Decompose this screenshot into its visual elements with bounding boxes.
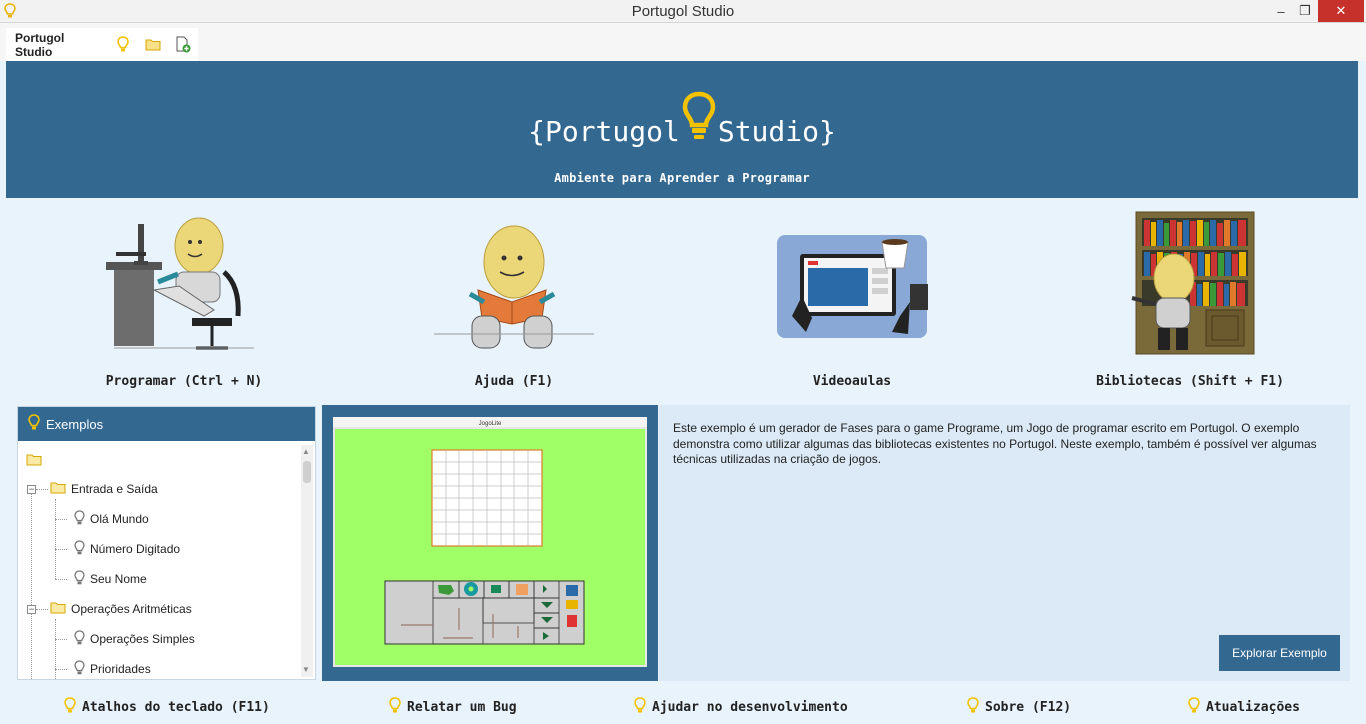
examples-title: Exemplos (46, 416, 104, 432)
videoaulas-label: Videoaulas (812, 374, 892, 389)
tree-item-numero-digitado[interactable]: Número Digitado (74, 539, 180, 559)
tree-item-seu-nome[interactable]: Seu Nome (74, 569, 147, 589)
examples-header: Exemplos (18, 407, 315, 441)
folder-icon[interactable] (144, 36, 162, 54)
bulb-icon (74, 509, 85, 529)
footer-link-label: Relatar um Bug (407, 700, 517, 715)
ajuda-action[interactable]: Ajuda (F1) (384, 206, 644, 391)
tablet-video-illustration (722, 206, 982, 356)
tree-node-label: Seu Nome (90, 572, 147, 586)
description-text: Este exemplo é um gerador de Fases para … (673, 421, 1317, 466)
footer-link-label: Atalhos do teclado (F11) (82, 700, 270, 715)
close-button[interactable]: ✕ (1318, 0, 1364, 22)
bulb-icon (1188, 697, 1200, 718)
bulb-icon (967, 697, 979, 718)
bulb-icon (74, 539, 85, 559)
bulb-icon (74, 629, 85, 649)
collapse-toggle[interactable]: − (27, 485, 36, 494)
example-description: Este exemplo é um gerador de Fases para … (659, 405, 1350, 681)
tab-portugol-studio[interactable]: Portugol Studio (6, 28, 198, 61)
header-banner: {Portugol Studio} Ambiente para Aprender … (6, 61, 1358, 198)
examples-tree: − Entrada e Saída Olá Mundo Número Digit… (18, 441, 315, 679)
reading-robot-illustration (384, 206, 644, 356)
footer-links: Atalhos do teclado (F11) Relatar um Bug … (0, 690, 1366, 724)
bulb-icon (74, 659, 85, 679)
quick-actions: Programar (Ctrl + N) Ajuda (F1) Videoaul… (6, 198, 1358, 398)
programmer-illustration (54, 206, 314, 356)
keyboard-shortcuts-link[interactable]: Atalhos do teclado (F11) (64, 697, 270, 718)
tab-label: Portugol Studio (15, 30, 65, 59)
tree-root-folder[interactable] (26, 451, 47, 471)
tree-node-label: Prioridades (90, 662, 151, 676)
tree-folder-entrada-saida[interactable]: Entrada e Saída (50, 479, 158, 499)
help-development-link[interactable]: Ajudar no desenvolvimento (634, 697, 848, 718)
scrollbar-thumb[interactable] (303, 461, 311, 483)
logo-text-right: Studio} (717, 115, 836, 148)
logo-bulb-icon (682, 91, 716, 154)
bibliotecas-action[interactable]: Bibliotecas (Shift + F1) (1060, 206, 1320, 391)
examples-bulb-icon (28, 414, 40, 434)
footer-link-label: Atualizações (1206, 700, 1300, 715)
report-bug-link[interactable]: Relatar um Bug (389, 697, 517, 718)
collapse-toggle[interactable]: − (27, 605, 36, 614)
folder-icon (50, 481, 66, 497)
preview-window-title: JogoLite (479, 421, 502, 427)
header-subtitle: Ambiente para Aprender a Programar (554, 171, 810, 185)
tree-item-prioridades[interactable]: Prioridades (74, 659, 151, 679)
title-bar: Portugol Studio – ❐ ✕ (0, 0, 1366, 23)
scroll-down-icon[interactable]: ▼ (302, 665, 310, 674)
tree-item-ola-mundo[interactable]: Olá Mundo (74, 509, 149, 529)
bulb-icon (64, 697, 76, 718)
tree-folder-operacoes-aritmeticas[interactable]: Operações Aritméticas (50, 599, 192, 619)
logo-text-left: {Portugol (528, 115, 680, 148)
programar-label: Programar (Ctrl + N) (105, 374, 263, 389)
explore-example-button[interactable]: Explorar Exemplo (1219, 635, 1340, 671)
tree-node-label: Entrada e Saída (71, 482, 158, 496)
tree-node-label: Número Digitado (90, 542, 181, 556)
videoaulas-action[interactable]: Videoaulas (722, 206, 982, 391)
about-link[interactable]: Sobre (F12) (967, 697, 1071, 718)
programar-action[interactable]: Programar (Ctrl + N) (54, 206, 314, 391)
folder-icon (50, 601, 66, 617)
tree-node-label: Olá Mundo (90, 512, 149, 526)
bulb-icon (74, 569, 85, 589)
tab-strip: Portugol Studio (0, 23, 1366, 61)
tree-node-label: Operações Simples (90, 632, 195, 646)
maximize-button[interactable]: ❐ (1290, 0, 1320, 22)
new-file-icon[interactable] (174, 36, 192, 54)
bulb-icon[interactable] (114, 36, 132, 54)
window-title: Portugol Studio (631, 3, 735, 20)
example-preview: JogoLite (322, 405, 658, 681)
library-illustration (1060, 206, 1320, 356)
ajuda-label: Ajuda (F1) (474, 374, 554, 389)
updates-link[interactable]: Atualizações (1188, 697, 1300, 718)
tree-item-operacoes-simples[interactable]: Operações Simples (74, 629, 195, 649)
bulb-icon (389, 697, 401, 718)
bibliotecas-label: Bibliotecas (Shift + F1) (1096, 374, 1284, 389)
examples-scrollbar[interactable]: ▲ ▼ (301, 445, 313, 677)
examples-panel: Exemplos − Entrada e Saída Olá Mundo Núm… (17, 406, 316, 680)
folder-icon (26, 453, 42, 469)
app-logo: {Portugol Studio} (6, 91, 1358, 154)
footer-link-label: Ajudar no desenvolvimento (652, 700, 848, 715)
preview-screenshot: JogoLite (333, 417, 647, 667)
tree-node-label: Operações Aritméticas (71, 602, 192, 616)
scroll-up-icon[interactable]: ▲ (302, 447, 310, 456)
bulb-icon (634, 697, 646, 718)
footer-link-label: Sobre (F12) (985, 700, 1072, 715)
